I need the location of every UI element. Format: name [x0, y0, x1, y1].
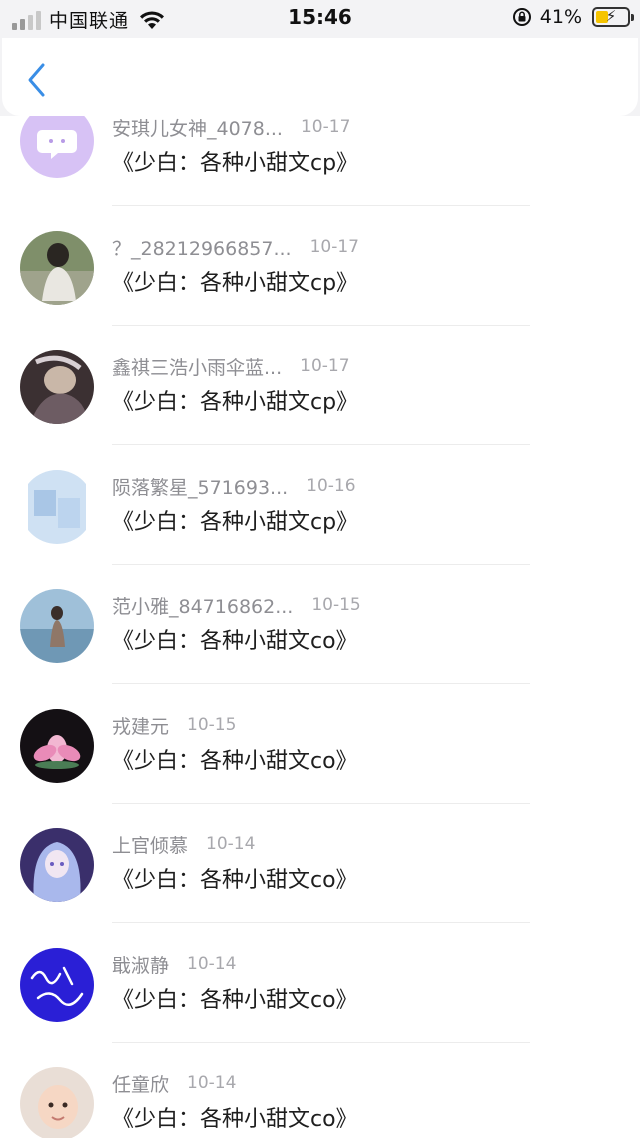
- list-item[interactable]: 任童欣 10-14 《少白：各种小甜文co》: [0, 1067, 640, 1138]
- status-bar: 中国联通 15:46 41% ⚡: [0, 0, 640, 36]
- post-date: 10-17: [309, 237, 359, 257]
- list-item[interactable]: 安琪儿女神_4078... 10-17 《少白：各种小甜文cp》: [0, 116, 640, 233]
- post-date: 10-14: [187, 954, 237, 974]
- list-item[interactable]: 戎建元 10-15 《少白：各种小甜文co》: [0, 709, 640, 831]
- list-item[interactable]: 戢淑静 10-14 《少白：各种小甜文co》: [0, 948, 640, 1070]
- list-item[interactable]: ？_28212966857... 10-17 《少白：各种小甜文cp》: [0, 231, 640, 353]
- book-title: 《少白：各种小甜文co》: [112, 1107, 358, 1132]
- book-title: 《少白：各种小甜文cp》: [112, 390, 359, 415]
- avatar[interactable]: [20, 948, 94, 1022]
- photo-avatar: [20, 231, 94, 305]
- comment-list: 安琪儿女神_4078... 10-17 《少白：各种小甜文cp》 ？_28212…: [0, 116, 640, 1138]
- divider: [112, 1042, 530, 1043]
- user-name: 范小雅_84716862...: [112, 595, 294, 618]
- list-item-meta: 范小雅_84716862... 10-15: [112, 591, 361, 619]
- user-name: 戎建元: [112, 715, 170, 738]
- list-item[interactable]: 陨落繁星_571693... 10-16 《少白：各种小甜文cp》: [0, 470, 640, 592]
- back-button[interactable]: [24, 62, 52, 98]
- user-name: 上官倾慕: [112, 834, 189, 857]
- post-date: 10-16: [306, 476, 356, 496]
- handwriting-avatar: [20, 948, 94, 1022]
- divider: [112, 325, 530, 326]
- photo-avatar: [20, 470, 94, 544]
- chat-bubble-avatar: [20, 116, 94, 178]
- baby-avatar: [20, 1067, 94, 1138]
- avatar[interactable]: [20, 470, 94, 544]
- battery-icon: ⚡: [592, 7, 634, 27]
- list-item[interactable]: 鑫祺三浩小雨伞蓝... 10-17 《少白：各种小甜文cp》: [0, 350, 640, 472]
- divider: [112, 205, 530, 206]
- book-title: 《少白：各种小甜文cp》: [112, 271, 359, 296]
- list-item-meta: 安琪儿女神_4078... 10-17: [112, 116, 350, 141]
- status-right: 41% ⚡: [512, 6, 634, 28]
- divider: [112, 444, 530, 445]
- avatar[interactable]: [20, 350, 94, 424]
- book-title: 《少白：各种小甜文cp》: [112, 510, 359, 535]
- book-title: 《少白：各种小甜文co》: [112, 868, 358, 893]
- book-title: 《少白：各种小甜文co》: [112, 749, 358, 774]
- avatar[interactable]: [20, 709, 94, 783]
- avatar[interactable]: [20, 231, 94, 305]
- battery-percent: 41%: [539, 6, 582, 28]
- list-item-meta: 戎建元 10-15: [112, 711, 236, 739]
- charging-bolt-icon: ⚡: [605, 7, 617, 25]
- book-title: 《少白：各种小甜文co》: [112, 988, 358, 1013]
- post-date: 10-14: [187, 1073, 237, 1093]
- orientation-lock-icon: [512, 8, 531, 26]
- avatar[interactable]: [20, 589, 94, 663]
- lotus-avatar: [20, 709, 94, 783]
- avatar[interactable]: [20, 116, 94, 178]
- anime-avatar: [20, 828, 94, 902]
- post-date: 10-15: [311, 595, 361, 615]
- divider: [112, 564, 530, 565]
- list-item[interactable]: 上官倾慕 10-14 《少白：各种小甜文co》: [0, 828, 640, 950]
- list-item-meta: 鑫祺三浩小雨伞蓝... 10-17: [112, 352, 350, 380]
- book-title: 《少白：各种小甜文co》: [112, 629, 358, 654]
- photo-avatar: [20, 589, 94, 663]
- avatar[interactable]: [20, 1067, 94, 1138]
- user-name: 任童欣: [112, 1073, 170, 1096]
- post-date: 10-15: [187, 715, 237, 735]
- divider: [112, 803, 530, 804]
- post-date: 10-14: [206, 834, 256, 854]
- user-name: 戢淑静: [112, 954, 170, 977]
- book-title: 《少白：各种小甜文cp》: [112, 151, 359, 176]
- user-name: 陨落繁星_571693...: [112, 476, 289, 499]
- post-date: 10-17: [300, 117, 351, 137]
- divider: [112, 683, 530, 684]
- user-name: ？_28212966857...: [112, 237, 292, 260]
- list-item-meta: 戢淑静 10-14: [112, 950, 236, 978]
- user-name: 鑫祺三浩小雨伞蓝...: [112, 356, 283, 379]
- list-item[interactable]: 范小雅_84716862... 10-15 《少白：各种小甜文co》: [0, 589, 640, 711]
- photo-avatar: [20, 350, 94, 424]
- chevron-left-icon: [28, 63, 45, 97]
- avatar[interactable]: [20, 828, 94, 902]
- list-item-meta: ？_28212966857... 10-17: [112, 233, 359, 261]
- post-date: 10-17: [300, 356, 350, 376]
- list-item-meta: 任童欣 10-14: [112, 1069, 236, 1097]
- list-item-meta: 上官倾慕 10-14: [112, 830, 255, 858]
- navigation-bar: [2, 38, 638, 116]
- list-item-meta: 陨落繁星_571693... 10-16: [112, 472, 356, 500]
- divider: [112, 922, 530, 923]
- user-name: 安琪儿女神_4078...: [112, 117, 283, 140]
